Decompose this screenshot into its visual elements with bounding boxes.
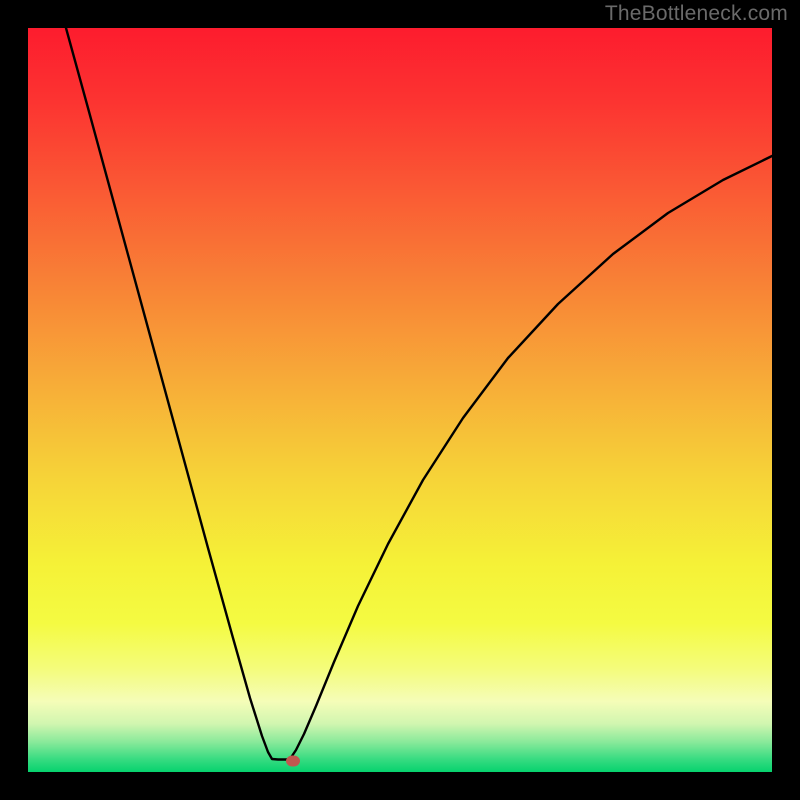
watermark-text: TheBottleneck.com (605, 2, 788, 26)
gradient-background (28, 28, 772, 772)
bottleneck-chart (28, 28, 772, 772)
chart-frame (28, 28, 772, 772)
minimum-marker-icon (286, 756, 300, 767)
